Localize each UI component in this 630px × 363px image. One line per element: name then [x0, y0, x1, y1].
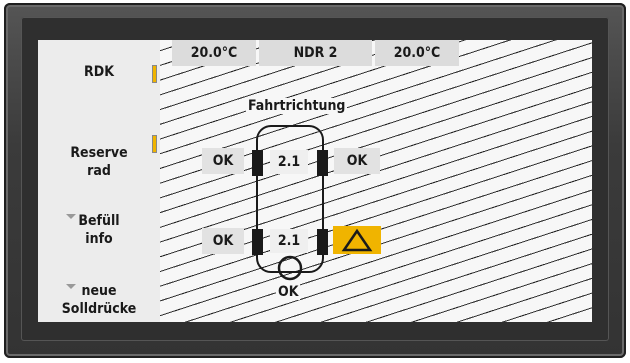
spare-tire-icon: [277, 255, 303, 281]
tire-pressure-screen: RDK Reserve rad Befüll info neue Solldrü…: [38, 40, 592, 322]
spare-tire-status: OK: [276, 284, 301, 300]
status-text: OK: [278, 284, 299, 300]
